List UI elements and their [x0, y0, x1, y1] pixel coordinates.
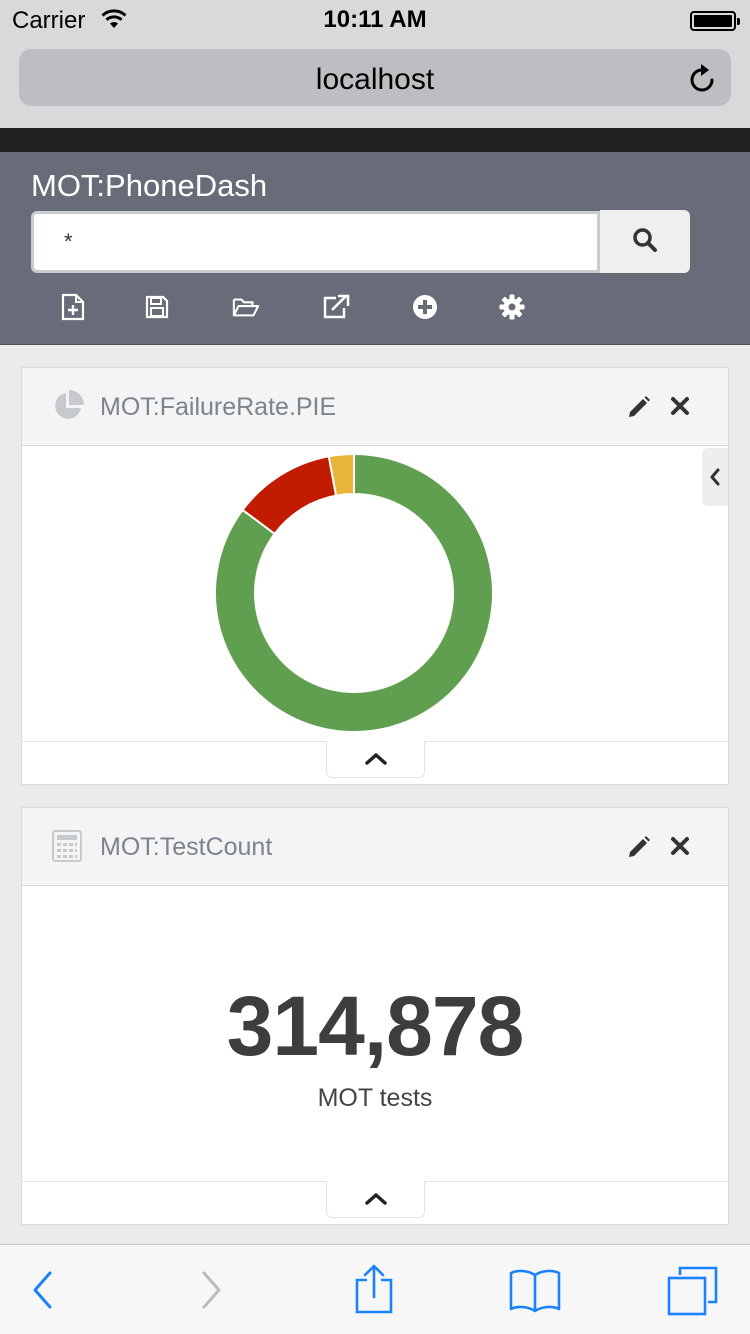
- share-icon[interactable]: [354, 1263, 394, 1320]
- widget-header: MOT:TestCount: [22, 808, 728, 886]
- chevron-up-icon: [364, 753, 387, 765]
- new-dashboard-icon[interactable]: [59, 293, 87, 321]
- widget-test-count: MOT:TestCount 314,878 MOT tests: [21, 807, 729, 1225]
- test-count-value: 314,878: [226, 979, 525, 1073]
- external-link-icon[interactable]: [322, 293, 350, 321]
- browser-toolbar: [0, 1244, 750, 1334]
- settings-gear-icon[interactable]: [498, 293, 526, 321]
- search-button[interactable]: [600, 210, 690, 273]
- edit-pencil-icon[interactable]: [627, 395, 651, 424]
- edit-pencil-icon[interactable]: [627, 835, 651, 864]
- url-text[interactable]: localhost: [19, 63, 731, 97]
- pie-chart-icon: [52, 390, 84, 427]
- forward-icon[interactable]: [198, 1270, 224, 1315]
- collapse-button[interactable]: [326, 1181, 425, 1218]
- status-bar: Carrier 10:11 AM: [0, 0, 750, 40]
- chevron-up-icon: [364, 1193, 387, 1205]
- collapse-button[interactable]: [326, 741, 425, 778]
- back-icon[interactable]: [30, 1270, 56, 1315]
- tabs-icon[interactable]: [666, 1265, 720, 1322]
- search-icon: [632, 227, 658, 256]
- battery-icon: [690, 11, 740, 31]
- reload-icon[interactable]: [689, 63, 717, 98]
- widget-failure-rate: MOT:FailureRate.PIE: [21, 367, 729, 785]
- widget-footer: [22, 1181, 728, 1224]
- calculator-icon: [52, 830, 82, 867]
- widget-title: MOT:TestCount: [100, 833, 273, 861]
- app-title: MOT:PhoneDash: [31, 168, 268, 203]
- widget-header: MOT:FailureRate.PIE: [22, 368, 728, 446]
- save-icon[interactable]: [143, 293, 171, 321]
- donut-chart: [214, 452, 494, 733]
- chevron-left-icon: [710, 468, 720, 486]
- close-icon[interactable]: [670, 396, 690, 421]
- side-panel-toggle[interactable]: [702, 448, 728, 506]
- address-bar[interactable]: localhost: [19, 49, 731, 106]
- clock: 10:11 AM: [323, 6, 427, 33]
- page-top-strip: [0, 128, 750, 152]
- search-input[interactable]: [31, 211, 600, 273]
- open-folder-icon[interactable]: [232, 293, 260, 321]
- browser-chrome: localhost: [0, 40, 750, 128]
- app-header: MOT:PhoneDash: [0, 152, 750, 345]
- widget-footer: [22, 741, 728, 784]
- test-count-label: MOT tests: [317, 1084, 433, 1112]
- close-icon[interactable]: [670, 836, 690, 861]
- add-widget-icon[interactable]: [411, 293, 439, 321]
- widget-title: MOT:FailureRate.PIE: [100, 393, 337, 421]
- bookmarks-icon[interactable]: [508, 1267, 562, 1318]
